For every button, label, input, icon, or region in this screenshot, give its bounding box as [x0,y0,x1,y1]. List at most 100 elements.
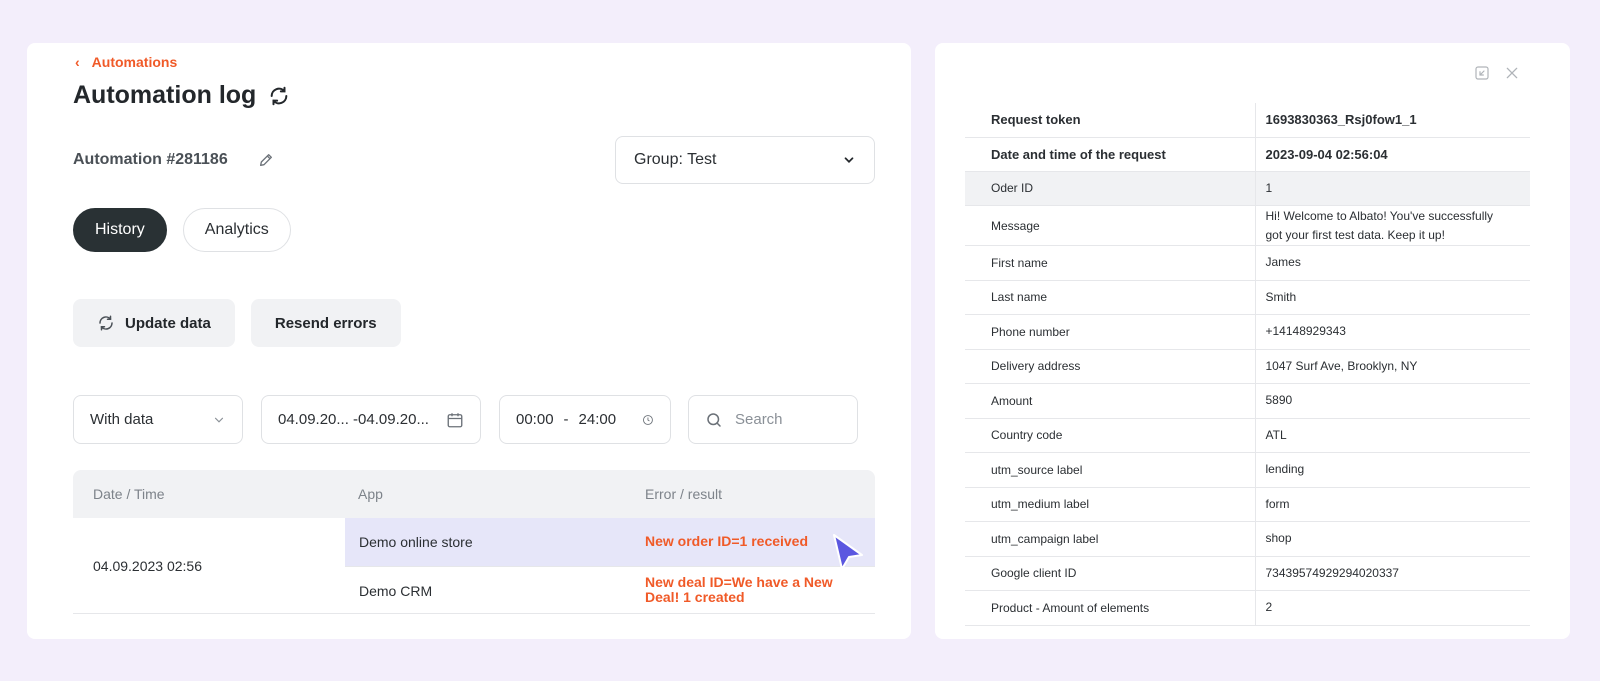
view-tabs: History Analytics [73,208,291,252]
detail-key: Message [965,205,1255,246]
detail-row: Product - Amount of elements 2 [965,590,1530,626]
detail-value: 73439574929294020337 [1254,556,1530,591]
detail-row: Request token 1693830363_Rsj0fow1_1 [965,103,1530,138]
detail-value: shop [1254,521,1530,557]
detail-key: Country code [965,418,1255,453]
log-entry[interactable]: 04.09.2023 02:56 Demo online store New o… [73,518,875,614]
column-header-app: App [358,486,383,502]
log-app: Demo CRM [359,583,433,599]
chevron-down-icon [214,417,224,423]
detail-row: Google client ID 73439574929294020337 [965,556,1530,591]
tab-history[interactable]: History [73,208,167,252]
detail-row: Oder ID 1 [965,171,1530,206]
search-placeholder: Search [735,411,783,428]
resend-errors-label: Resend errors [274,314,377,332]
detail-value: 1693830363_Rsj0fow1_1 [1254,103,1530,138]
detail-value: 2023-09-04 02:56:04 [1254,137,1530,172]
detail-key: Oder ID [965,171,1255,206]
log-result: New deal ID=We have a New Deal! 1 create… [645,574,833,605]
detail-value: +14148929343 [1254,314,1530,350]
update-data-button[interactable]: Update data [73,299,235,347]
search-icon [707,412,721,427]
detail-row: Delivery address 1047 Surf Ave, Brooklyn… [965,349,1530,384]
collapse-icon[interactable] [1474,65,1490,81]
detail-key: Google client ID [965,556,1255,591]
automation-name-row: Automation #281186 [73,151,274,169]
detail-value: Smith [1254,280,1530,315]
table-row[interactable]: Demo CRM New deal ID=We have a New Deal!… [345,566,875,614]
column-header-result: Error / result [645,486,723,502]
detail-key: Request token [965,103,1255,138]
pencil-icon[interactable] [258,152,274,168]
mouse-cursor-icon [833,534,863,570]
date-range-picker[interactable]: 04.09.20... -04.09.20... [261,395,481,444]
detail-row: Message Hi! Welcome to Albato! You've su… [965,205,1530,246]
detail-row: Country code ATL [965,418,1530,453]
detail-key: First name [965,245,1255,281]
table-row[interactable]: Demo online store New order ID=1 receive… [345,518,875,566]
detail-value: ATL [1254,418,1530,453]
detail-key: Phone number [965,314,1255,350]
search-input[interactable]: Search [688,395,858,444]
automation-log-panel: ‹ Automations Automation log Automation … [27,43,911,639]
detail-value: 1047 Surf Ave, Brooklyn, NY [1254,349,1530,384]
refresh-icon [99,315,113,331]
detail-key: Product - Amount of elements [965,590,1255,626]
detail-value: lending [1254,452,1530,488]
log-app: Demo online store [359,534,473,550]
tab-analytics[interactable]: Analytics [182,208,291,252]
time-to: 24:00 [578,411,617,428]
detail-key: Amount [965,383,1255,419]
column-header-date: Date / Time [93,486,165,502]
chevron-left-icon: ‹ [75,54,80,70]
request-details-panel: Request token 1693830363_Rsj0fow1_1 Date… [935,43,1570,639]
detail-row: utm_source label lending [965,452,1530,488]
page-title-row: Automation log [73,81,290,110]
log-date: 04.09.2023 02:56 [93,558,202,574]
detail-value: 1 [1254,171,1530,206]
time-from: 00:00 [516,411,554,428]
detail-row: Amount 5890 [965,383,1530,419]
group-select[interactable]: Group: Test [615,136,875,184]
detail-value: Hi! Welcome to Albato! You've successful… [1254,205,1530,246]
action-buttons: Update data Resend errors [73,299,401,347]
detail-row: First name James [965,245,1530,281]
detail-value: 5890 [1254,383,1530,419]
detail-value: James [1254,245,1530,281]
log-result: New order ID=1 received [645,533,809,549]
data-filter-value: With data [90,411,154,428]
detail-key: Delivery address [965,349,1255,384]
detail-value: form [1254,487,1530,522]
time-separator: - [563,411,569,428]
detail-row: Date and time of the request 2023-09-04 … [965,137,1530,172]
chevron-down-icon [844,157,854,163]
panel-controls [1474,65,1520,81]
breadcrumb-automations[interactable]: Automations [92,54,178,70]
detail-key: Date and time of the request [965,137,1255,172]
breadcrumb[interactable]: ‹ Automations [75,54,177,70]
detail-row: utm_campaign label shop [965,521,1530,557]
page-title: Automation log [73,81,257,109]
update-data-label: Update data [125,314,211,332]
request-details-table: Request token 1693830363_Rsj0fow1_1 Date… [965,103,1530,626]
clock-icon [643,414,653,425]
resend-errors-button[interactable]: Resend errors [250,299,401,347]
automation-name: Automation #281186 [73,151,228,168]
calendar-icon [447,412,463,427]
log-table: Date / Time App Error / result 04.09.202… [73,470,875,614]
time-range-picker[interactable]: 00:00 - 24:00 [499,395,671,444]
close-icon[interactable] [1504,65,1520,81]
detail-key: utm_campaign label [965,521,1255,557]
detail-key: Last name [965,280,1255,315]
detail-value: 2 [1254,590,1530,626]
detail-key: utm_source label [965,452,1255,488]
date-range-value: 04.09.20... -04.09.20... [278,411,429,428]
refresh-icon[interactable] [268,85,290,107]
log-table-header: Date / Time App Error / result [73,470,875,518]
detail-row: Phone number +14148929343 [965,314,1530,350]
detail-row: Last name Smith [965,280,1530,315]
detail-row: utm_medium label form [965,487,1530,522]
data-filter-select[interactable]: With data [73,395,243,444]
group-select-value: Group: Test [634,151,717,168]
detail-key: utm_medium label [965,487,1255,522]
